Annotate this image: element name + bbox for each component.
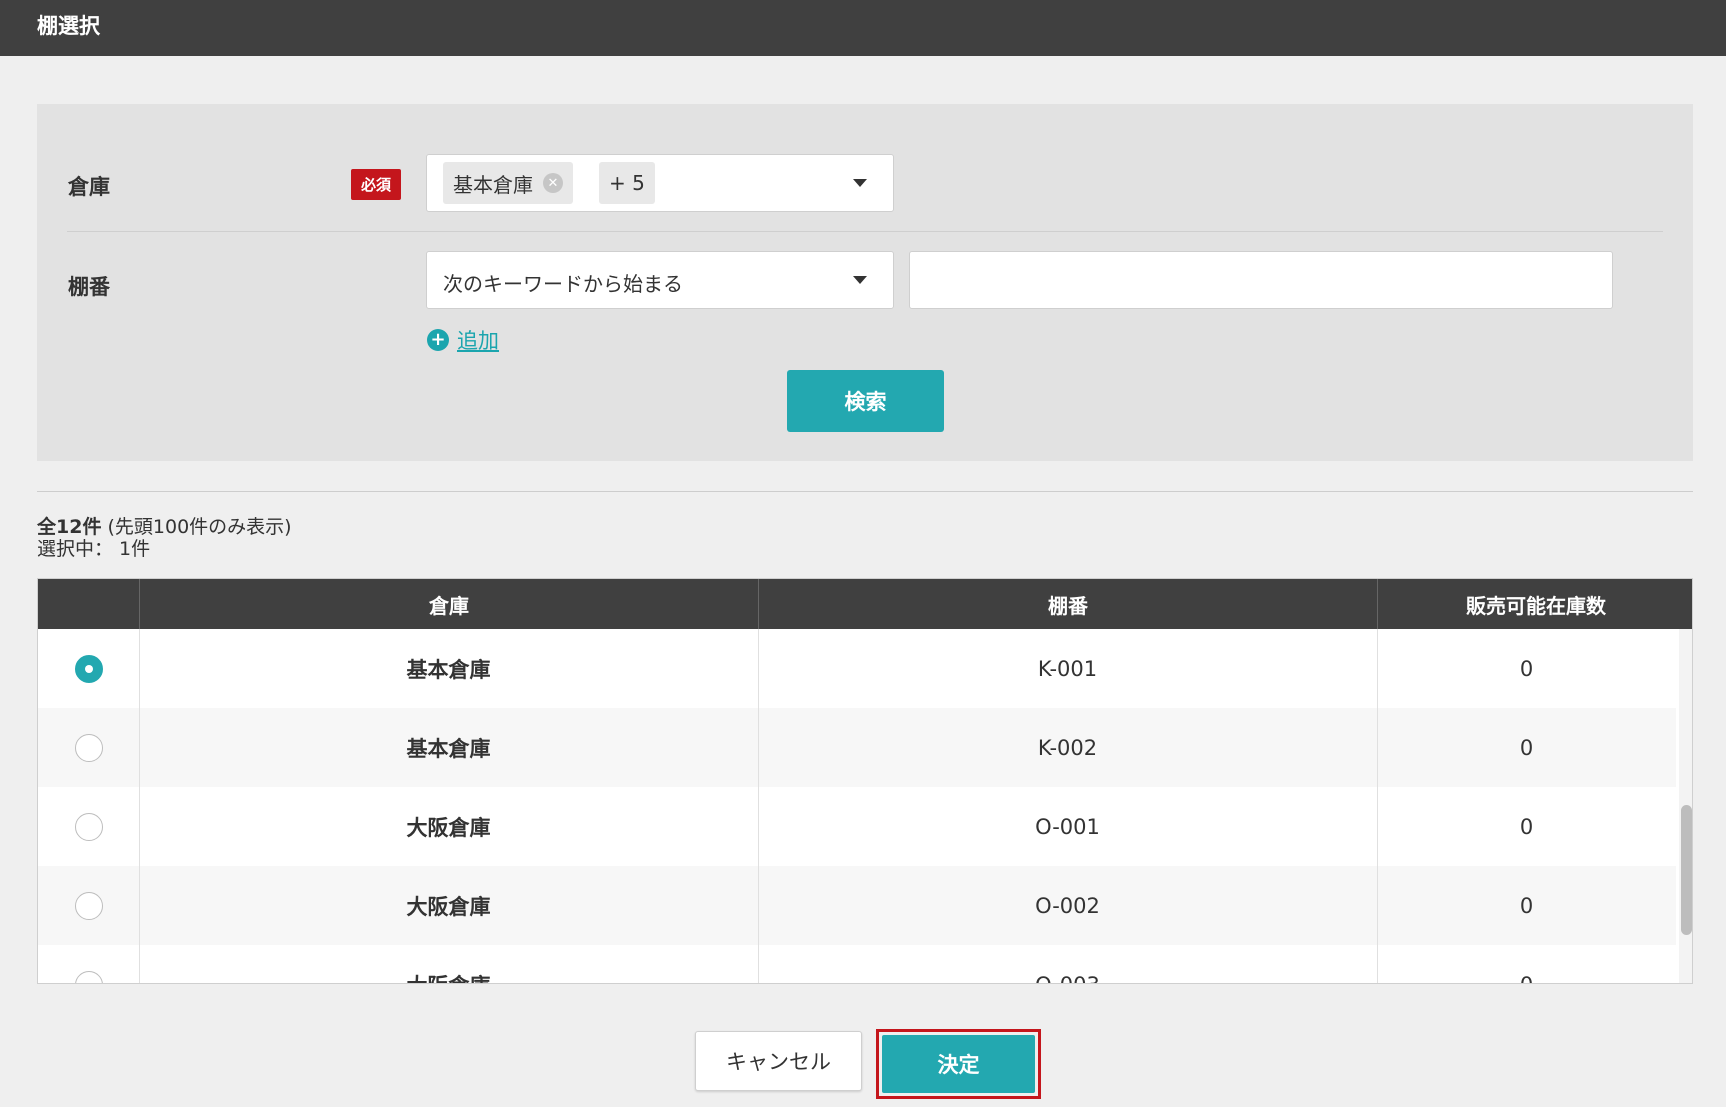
form-divider xyxy=(67,231,1663,232)
cell-stock: 0 xyxy=(1519,656,1534,681)
dialog-title: 棚選択 xyxy=(0,0,1726,56)
warehouse-more-chip: + 5 xyxy=(599,162,655,204)
table-row[interactable]: 基本倉庫 K-001 0 xyxy=(38,629,1676,708)
cell-shelf: O-002 xyxy=(1035,893,1100,918)
cell-warehouse: 基本倉庫 xyxy=(406,736,491,761)
confirm-button[interactable]: 決定 xyxy=(882,1035,1035,1093)
cell-shelf: O-003 xyxy=(758,945,1377,984)
cell-shelf: O-001 xyxy=(1035,814,1100,839)
cell-stock: 0 xyxy=(1519,735,1534,760)
header-stock: 販売可能在庫数 xyxy=(1377,579,1692,629)
cell-stock: 0 xyxy=(1519,814,1534,839)
column-divider xyxy=(758,629,759,983)
confirm-highlight: 決定 xyxy=(876,1029,1041,1099)
table-row[interactable]: 大阪倉庫 O-001 0 xyxy=(38,787,1676,866)
row-radio[interactable] xyxy=(74,733,103,762)
shelf-label: 棚番 xyxy=(68,275,110,299)
cell-shelf: K-002 xyxy=(1037,735,1098,760)
row-radio[interactable] xyxy=(74,970,103,983)
search-panel: 倉庫 必須 基本倉庫 ✕ + 5 棚番 次のキーワードから始まる + 追加 検索 xyxy=(37,104,1693,461)
row-radio[interactable] xyxy=(74,654,103,683)
column-divider xyxy=(1377,629,1378,983)
cell-warehouse: 大阪倉庫 xyxy=(406,894,491,919)
cell-warehouse: 基本倉庫 xyxy=(406,657,491,682)
header-warehouse: 倉庫 xyxy=(139,579,758,629)
warehouse-label: 倉庫 xyxy=(68,175,110,199)
warehouse-chip: 基本倉庫 ✕ xyxy=(443,162,573,204)
chevron-down-icon xyxy=(853,179,867,187)
required-badge: 必須 xyxy=(351,169,401,200)
cell-stock: 0 xyxy=(1519,893,1534,918)
row-radio[interactable] xyxy=(74,891,103,920)
table-row[interactable]: 基本倉庫 K-002 0 xyxy=(38,708,1676,787)
shelf-keyword-input[interactable] xyxy=(909,251,1613,309)
header-shelf: 棚番 xyxy=(758,579,1377,629)
section-divider xyxy=(37,491,1693,492)
scrollbar-thumb[interactable] xyxy=(1681,805,1692,935)
add-condition-link[interactable]: + 追加 xyxy=(427,325,499,355)
row-radio[interactable] xyxy=(74,812,103,841)
header-select xyxy=(38,579,139,629)
cell-shelf: K-001 xyxy=(1037,656,1098,681)
warehouse-select[interactable]: 基本倉庫 ✕ + 5 xyxy=(426,154,894,212)
table-row[interactable]: 大阪倉庫 O-003 0 xyxy=(38,945,1676,984)
search-button[interactable]: 検索 xyxy=(787,370,944,432)
chevron-down-icon xyxy=(853,276,867,284)
cancel-button[interactable]: キャンセル xyxy=(695,1031,862,1091)
cell-warehouse: 大阪倉庫 xyxy=(139,945,758,984)
plus-circle-icon: + xyxy=(427,329,449,351)
cell-warehouse: 大阪倉庫 xyxy=(406,815,491,840)
table-scrollbar[interactable] xyxy=(1679,629,1692,983)
match-mode-select[interactable]: 次のキーワードから始まる xyxy=(426,251,894,309)
selected-count: 選択中： 1件 xyxy=(37,538,151,560)
result-count: 全12件 (先頭100件のみ表示) xyxy=(37,516,292,538)
column-divider xyxy=(139,629,140,983)
total-count: 全12件 xyxy=(37,516,102,538)
cell-stock: 0 xyxy=(1377,945,1676,984)
match-mode-value: 次のキーワードから始まる xyxy=(443,272,683,296)
table-header: 倉庫 棚番 販売可能在庫数 xyxy=(38,579,1692,629)
results-table: 倉庫 棚番 販売可能在庫数 基本倉庫 K-001 0 基本倉庫 K-002 0 … xyxy=(37,578,1693,984)
total-note: (先頭100件のみ表示) xyxy=(107,516,292,538)
warehouse-chip-label: 基本倉庫 xyxy=(453,172,533,197)
chip-remove-icon[interactable]: ✕ xyxy=(543,173,563,193)
add-condition-label: 追加 xyxy=(457,329,499,353)
table-row[interactable]: 大阪倉庫 O-002 0 xyxy=(38,866,1676,945)
